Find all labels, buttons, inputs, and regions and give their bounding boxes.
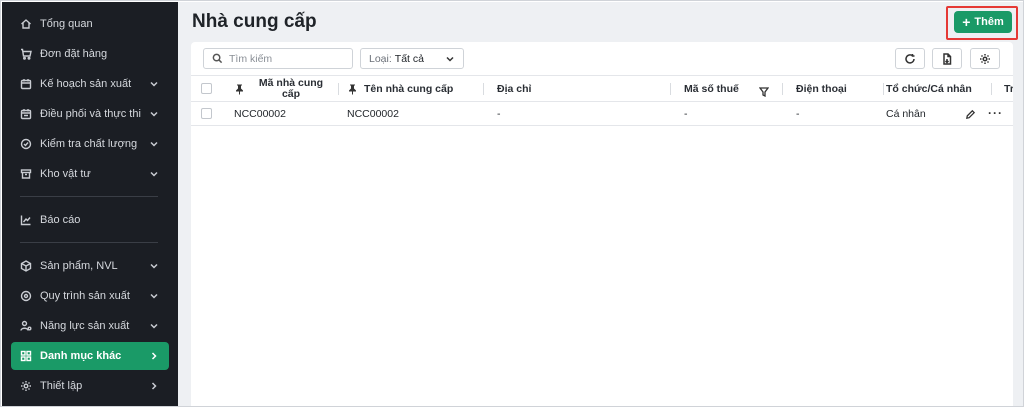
pin-icon (235, 84, 244, 95)
settings-button[interactable] (970, 48, 1000, 69)
cart-icon (20, 48, 32, 60)
archive-box-icon (20, 168, 32, 180)
sidebar-item-production-plan[interactable]: Kế hoạch sản xuất (2, 70, 178, 98)
column-header-phone[interactable]: Điện thoại (796, 76, 884, 102)
sidebar-item-label: Điều phối và thực thi (40, 108, 141, 120)
export-file-icon (943, 52, 952, 65)
more-options-icon[interactable]: ··· (988, 106, 1003, 120)
search-input[interactable] (229, 52, 339, 65)
sidebar-item-quality-check[interactable]: Kiểm tra chất lượng (2, 130, 178, 158)
sidebar-item-label: Năng lực sản xuất (40, 320, 130, 332)
sidebar-item-label: Kho vật tư (40, 168, 91, 180)
cell-phone: - (796, 108, 800, 120)
sidebar-item-dispatch[interactable]: Điều phối và thực thi (2, 100, 178, 128)
select-all-checkbox[interactable] (201, 83, 212, 94)
sidebar-item-overview[interactable]: Tổng quan (2, 10, 178, 38)
filter-icon[interactable] (758, 84, 770, 98)
cell-code: NCC00002 (234, 108, 286, 120)
sidebar-item-other-categories[interactable]: Danh mục khác (11, 342, 169, 370)
process-icon (20, 290, 32, 302)
sidebar-item-label: Quy trình sản xuất (40, 290, 130, 302)
home-icon (20, 18, 32, 30)
chevron-right-icon (148, 350, 160, 362)
chevron-down-icon (445, 54, 455, 64)
table-row[interactable]: NCC00002 NCC00002 - - - Cá nhân ··· (191, 102, 1013, 126)
search-icon (212, 53, 223, 64)
sidebar-item-process[interactable]: Quy trình sản xuất (2, 282, 178, 310)
column-header-label: Điện thoại (796, 83, 847, 95)
filter-value: Tất cả (394, 52, 424, 65)
table-card: Loại: Tất cả Mã nhà cung cấp (191, 42, 1013, 406)
sidebar-item-capacity[interactable]: Năng lực sản xuất (2, 312, 178, 340)
sidebar-item-warehouse[interactable]: Kho vật tư (2, 160, 178, 188)
chevron-down-icon (148, 138, 160, 150)
row-checkbox[interactable] (201, 108, 212, 119)
search-box[interactable] (203, 48, 353, 69)
export-button[interactable] (932, 48, 962, 69)
page-title: Nhà cung cấp (192, 11, 317, 32)
plus-icon: + (962, 14, 971, 30)
app-window: Tổng quan Đơn đặt hàng Kế hoạch sản xuất… (0, 0, 1024, 407)
table-header: Mã nhà cung cấp Tên nhà cung cấp Địa chỉ… (191, 75, 1013, 102)
refresh-icon (905, 53, 915, 64)
sidebar-item-reports[interactable]: Báo cáo (2, 206, 178, 234)
user-gear-icon (20, 320, 32, 332)
chevron-down-icon (148, 260, 160, 272)
edit-pencil-icon[interactable] (964, 108, 976, 120)
sidebar-item-label: Đơn đặt hàng (40, 48, 108, 60)
settings-icon (980, 53, 990, 64)
column-header-label: Mã nhà cung cấp (258, 77, 324, 100)
column-header-org[interactable]: Tổ chức/Cá nhân (886, 76, 992, 102)
cube-icon (20, 260, 32, 272)
sidebar-item-products[interactable]: Sản phẩm, NVL (2, 252, 178, 280)
column-header-extra[interactable]: Tr (1004, 76, 1013, 102)
pin-icon (348, 84, 357, 95)
cell-address: - (497, 108, 501, 120)
chevron-down-icon (148, 320, 160, 332)
add-button-label: Thêm (974, 16, 1004, 28)
refresh-button[interactable] (895, 48, 925, 69)
sidebar-item-label: Kiểm tra chất lượng (40, 138, 138, 150)
column-header-label: Tên nhà cung cấp (364, 83, 454, 95)
sidebar-divider (20, 242, 158, 243)
chevron-down-icon (148, 78, 160, 90)
cell-org: Cá nhân (886, 108, 926, 120)
column-header-label: Địa chỉ (497, 83, 532, 95)
type-filter-select[interactable]: Loại: Tất cả (360, 48, 464, 69)
column-header-label: Tr (1004, 83, 1013, 95)
grid-icon (20, 350, 32, 362)
sidebar-divider (20, 196, 158, 197)
sidebar-item-label: Kế hoạch sản xuất (40, 78, 132, 90)
chevron-down-icon (148, 290, 160, 302)
chevron-right-icon (148, 380, 160, 392)
column-header-address[interactable]: Địa chỉ (497, 76, 671, 102)
calendar-plan-icon (20, 78, 32, 90)
sidebar-item-label: Sản phẩm, NVL (40, 260, 118, 272)
sidebar-item-label: Báo cáo (40, 214, 81, 226)
column-header-code[interactable]: Mã nhà cung cấp (235, 76, 339, 102)
check-circle-icon (20, 138, 32, 150)
sidebar-item-orders[interactable]: Đơn đặt hàng (2, 40, 178, 68)
sidebar-item-label: Thiết lập (40, 380, 83, 392)
add-button[interactable]: + Thêm (954, 11, 1012, 33)
filter-label: Loại: (369, 52, 392, 65)
sidebar: Tổng quan Đơn đặt hàng Kế hoạch sản xuất… (2, 2, 178, 406)
calendar-dispatch-icon (20, 108, 32, 120)
chart-icon (20, 214, 32, 226)
cell-tax: - (684, 108, 688, 120)
sidebar-item-settings[interactable]: Thiết lập (2, 372, 178, 400)
chevron-down-icon (148, 168, 160, 180)
main-content: Nhà cung cấp + Thêm Loại: Tất cả (178, 2, 1023, 406)
cell-name: NCC00002 (347, 108, 399, 120)
gear-icon (20, 380, 32, 392)
column-header-name[interactable]: Tên nhà cung cấp (348, 76, 484, 102)
chevron-down-icon (148, 108, 160, 120)
sidebar-item-label: Danh mục khác (40, 350, 122, 362)
sidebar-item-label: Tổng quan (40, 18, 93, 30)
column-header-label: Tổ chức/Cá nhân (886, 83, 972, 95)
column-header-label: Mã số thuế (684, 83, 739, 95)
